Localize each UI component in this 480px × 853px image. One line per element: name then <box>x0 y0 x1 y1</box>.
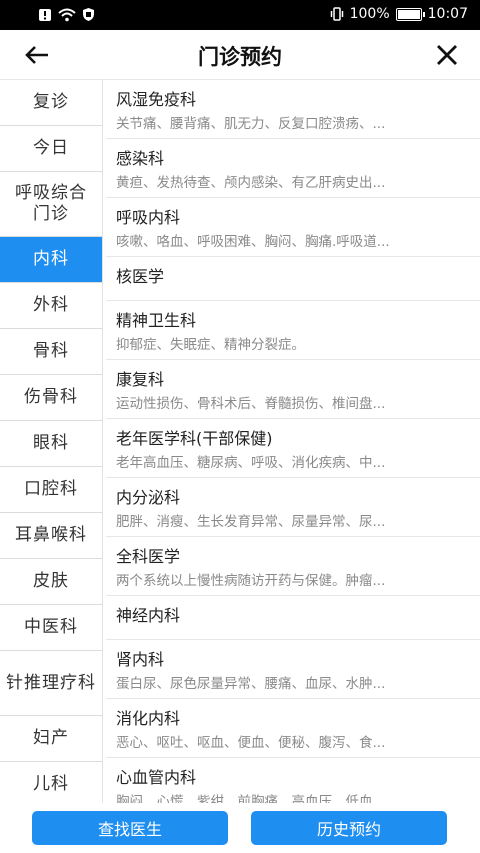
sidebar-item-label: 妇产 <box>33 728 69 748</box>
list-item[interactable]: 康复科 运动性损伤、骨科术后、脊髓损伤、椎间盘... <box>106 360 480 419</box>
battery-percent: 100% <box>349 6 390 22</box>
shield-icon <box>83 8 94 21</box>
list-item[interactable]: 消化内科 恶心、呕吐、呕血、便血、便秘、腹泻、食... <box>106 699 480 758</box>
department-name: 全科医学 <box>116 547 181 566</box>
notification-icon <box>39 8 51 21</box>
sidebar-item-label: 眼科 <box>33 433 69 453</box>
sidebar-item-orthopedics[interactable]: 骨科 <box>0 329 102 375</box>
wifi-icon <box>58 8 76 21</box>
sidebar-item-label: 呼吸综合门诊 <box>15 183 87 224</box>
department-desc: 恶心、呕吐、呕血、便血、便秘、腹泻、食... <box>116 735 386 751</box>
department-list: 风湿免疫科 关节痛、腰背痛、肌无力、反复口腔溃疡、... 感染科 黄疸、发热待查… <box>106 80 480 803</box>
sidebar-item-respiratory-clinic[interactable]: 呼吸综合门诊 <box>0 172 102 237</box>
list-item[interactable]: 感染科 黄疸、发热待查、颅内感染、有乙肝病史出... <box>106 139 480 198</box>
find-doctor-button[interactable]: 查找医生 <box>32 811 228 845</box>
sidebar-item-acupuncture[interactable]: 针推理疗科 <box>0 651 102 716</box>
sidebar-item-pediatrics[interactable]: 儿科 <box>0 762 102 803</box>
sidebar-item-label: 今日 <box>33 138 69 158</box>
nav-bar: 门诊预约 <box>0 30 480 80</box>
status-bar: 100% 10:07 <box>0 0 480 30</box>
sidebar-item-label: 耳鼻喉科 <box>15 525 87 545</box>
list-item[interactable]: 精神卫生科 抑郁症、失眠症、精神分裂症。 <box>106 301 480 360</box>
status-right-info: 100% 10:07 <box>330 6 468 22</box>
sidebar-item-label: 皮肤 <box>33 571 69 591</box>
close-icon[interactable] <box>432 40 462 70</box>
sidebar-item-obstetrics[interactable]: 妇产 <box>0 716 102 762</box>
list-item[interactable]: 呼吸内科 咳嗽、咯血、呼吸困难、胸闷、胸痛.呼吸道... <box>106 198 480 257</box>
department-desc: 两个系统以上慢性病随访开药与保健。肿瘤... <box>116 573 386 589</box>
sidebar-item-internal-medicine[interactable]: 内科 <box>0 237 102 283</box>
department-name: 核医学 <box>116 267 165 286</box>
arrow-left-icon[interactable] <box>22 40 52 70</box>
department-desc: 运动性损伤、骨科术后、脊髓损伤、椎间盘... <box>116 396 386 412</box>
sidebar-item-dermatology[interactable]: 皮肤 <box>0 559 102 605</box>
department-desc: 抑郁症、失眠症、精神分裂症。 <box>116 337 305 353</box>
department-name: 内分泌科 <box>116 488 181 507</box>
sidebar-item-label: 伤骨科 <box>24 387 78 407</box>
department-name: 呼吸内科 <box>116 208 181 227</box>
list-item[interactable]: 风湿免疫科 关节痛、腰背痛、肌无力、反复口腔溃疡、... <box>106 80 480 139</box>
list-item[interactable]: 神经内科 <box>106 596 480 640</box>
department-desc: 蛋白尿、尿色尿量异常、腰痛、血尿、水肿... <box>116 676 386 692</box>
department-name: 肾内科 <box>116 650 165 669</box>
sidebar-item-label: 骨科 <box>33 341 69 361</box>
department-name: 老年医学科(干部保健) <box>116 429 273 448</box>
list-item[interactable]: 心血管内科 胸闷、心慌、紫绀、前胸痛、高血压、低血... <box>106 758 480 803</box>
battery-fill <box>397 9 420 19</box>
clock: 10:07 <box>427 6 468 22</box>
history-appointments-button[interactable]: 历史预约 <box>251 811 447 845</box>
sidebar-item-label: 儿科 <box>33 774 69 794</box>
sidebar-item-followup[interactable]: 复诊 <box>0 80 102 126</box>
page-title: 门诊预约 <box>198 45 282 69</box>
sidebar-item-ent[interactable]: 耳鼻喉科 <box>0 513 102 559</box>
sidebar-item-label: 外科 <box>33 295 69 315</box>
list-item[interactable]: 全科医学 两个系统以上慢性病随访开药与保健。肿瘤... <box>106 537 480 596</box>
sidebar-item-label: 针推理疗科 <box>6 672 96 693</box>
department-desc: 胸闷、心慌、紫绀、前胸痛、高血压、低血... <box>116 794 386 803</box>
department-name: 康复科 <box>116 370 165 389</box>
sidebar-item-surgery[interactable]: 外科 <box>0 283 102 329</box>
sidebar-item-trauma-orthopedics[interactable]: 伤骨科 <box>0 375 102 421</box>
department-name: 精神卫生科 <box>116 311 197 330</box>
category-sidebar: 复诊 今日 呼吸综合门诊 内科 外科 骨科 伤骨科 眼科 口腔科 耳鼻喉科 皮肤… <box>0 80 103 803</box>
department-name: 消化内科 <box>116 709 181 728</box>
sidebar-item-label: 口腔科 <box>24 479 78 499</box>
department-name: 心血管内科 <box>116 768 197 787</box>
department-desc: 老年高血压、糖尿病、呼吸、消化疾病、中... <box>116 455 386 471</box>
sidebar-item-label: 中医科 <box>24 617 78 637</box>
sidebar-item-label: 内科 <box>33 249 69 269</box>
department-name: 感染科 <box>116 149 165 168</box>
list-item[interactable]: 内分泌科 肥胖、消瘦、生长发育异常、尿量异常、尿... <box>106 478 480 537</box>
status-left-icons <box>38 7 95 22</box>
department-desc: 黄疸、发热待查、颅内感染、有乙肝病史出... <box>116 175 386 191</box>
sidebar-item-ophthalmology[interactable]: 眼科 <box>0 421 102 467</box>
sidebar-item-label: 复诊 <box>33 92 69 112</box>
list-item[interactable]: 核医学 <box>106 257 480 301</box>
department-desc: 关节痛、腰背痛、肌无力、反复口腔溃疡、... <box>116 116 386 132</box>
department-name: 风湿免疫科 <box>116 90 197 109</box>
sidebar-item-tcm[interactable]: 中医科 <box>0 605 102 651</box>
department-desc: 咳嗽、咯血、呼吸困难、胸闷、胸痛.呼吸道... <box>116 234 390 250</box>
department-desc: 肥胖、消瘦、生长发育异常、尿量异常、尿... <box>116 514 386 530</box>
bottom-action-bar: 查找医生 历史预约 <box>0 803 480 853</box>
vibrate-icon <box>330 7 343 21</box>
battery-icon <box>395 7 425 21</box>
sidebar-item-today[interactable]: 今日 <box>0 126 102 172</box>
list-item[interactable]: 老年医学科(干部保健) 老年高血压、糖尿病、呼吸、消化疾病、中... <box>106 419 480 478</box>
sidebar-item-stomatology[interactable]: 口腔科 <box>0 467 102 513</box>
list-item[interactable]: 肾内科 蛋白尿、尿色尿量异常、腰痛、血尿、水肿... <box>106 640 480 699</box>
department-name: 神经内科 <box>116 606 181 625</box>
